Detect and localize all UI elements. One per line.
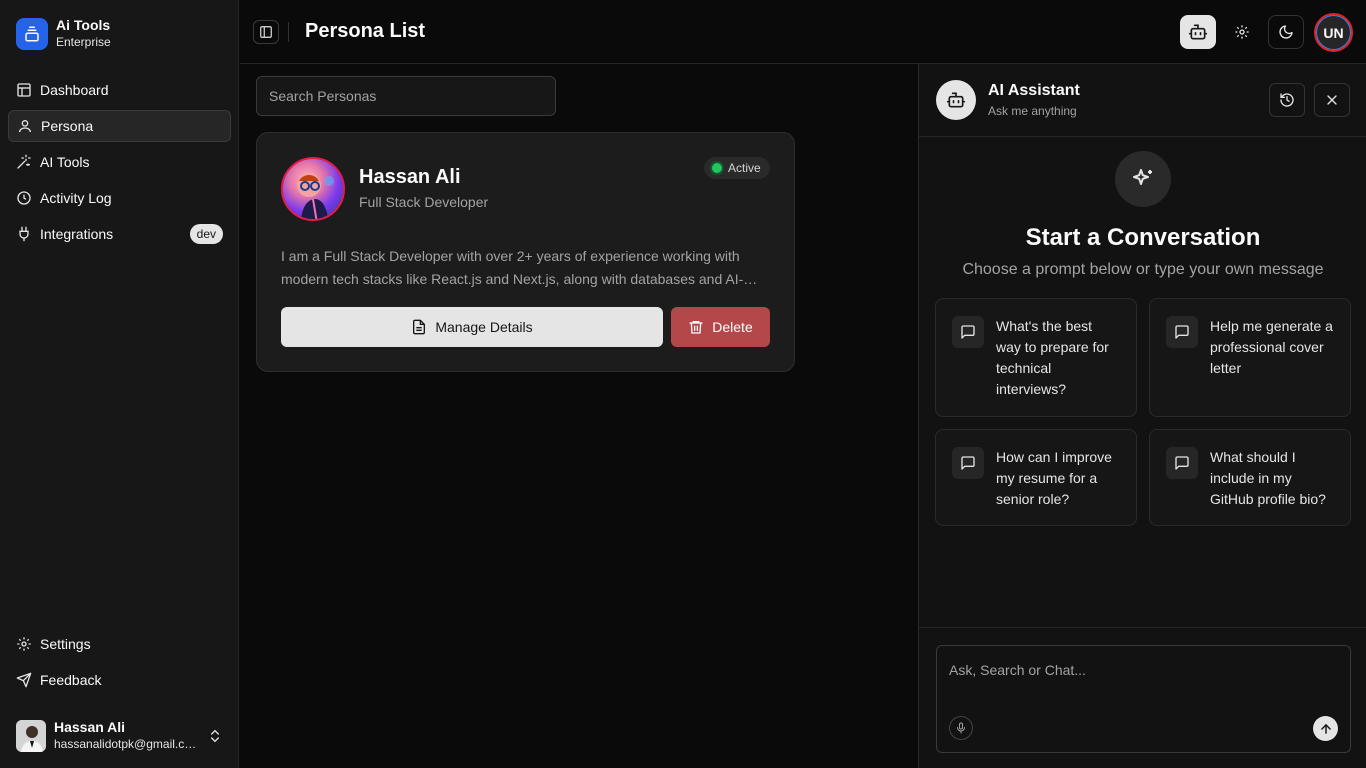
user-email: hassanalidotpk@gmail.com [54, 737, 199, 751]
chat-composer [919, 627, 1366, 768]
chat-input[interactable] [949, 658, 1339, 682]
manage-details-label: Manage Details [435, 319, 533, 335]
persona-card: Hassan Ali Full Stack Developer Active I… [256, 132, 795, 372]
wand-icon [16, 154, 32, 170]
sidebar-item-persona[interactable]: Persona [8, 110, 231, 142]
mic-button[interactable] [949, 716, 973, 740]
prompt-card[interactable]: Help me generate a professional cover le… [1149, 298, 1351, 417]
sidebar: Ai Tools Enterprise Dashboard Persona AI… [0, 0, 239, 768]
moon-icon [1279, 25, 1293, 39]
persona-avatar [281, 157, 345, 221]
delete-button[interactable]: Delete [671, 307, 770, 347]
sidebar-nav: Dashboard Persona AI Tools Activity Log … [8, 74, 231, 254]
send-button[interactable] [1313, 716, 1338, 741]
user-name: Hassan Ali [54, 719, 126, 735]
sidebar-bottom-nav: Settings Feedback [8, 628, 231, 700]
sidebar-item-label: Settings [40, 636, 91, 652]
sidebar-item-settings[interactable]: Settings [8, 628, 231, 660]
brand[interactable]: Ai Tools Enterprise [16, 17, 111, 51]
chevrons-up-down-icon [207, 728, 223, 744]
sidebar-item-activity-log[interactable]: Activity Log [8, 182, 231, 214]
assistant-header: AI Assistant Ask me anything [919, 64, 1366, 137]
history-button[interactable] [1269, 83, 1305, 117]
sidebar-item-label: Integrations [40, 226, 114, 242]
mic-icon [957, 722, 965, 734]
prompt-card[interactable]: How can I improve my resume for a senior… [935, 429, 1137, 526]
arrow-up-icon [1320, 723, 1331, 734]
message-square-icon [952, 447, 984, 479]
assistant-title: AI Assistant [988, 82, 1080, 99]
sparkles-icon [1115, 151, 1171, 207]
sidebar-item-label: AI Tools [40, 154, 90, 170]
manage-details-button[interactable]: Manage Details [281, 307, 663, 347]
send-icon [16, 672, 32, 688]
prompt-card[interactable]: What should I include in my GitHub profi… [1149, 429, 1351, 526]
theme-toggle-button[interactable] [1268, 15, 1304, 49]
user-menu[interactable]: Hassan Ali hassanalidotpk@gmail.com [16, 719, 223, 753]
sidebar-item-label: Activity Log [40, 190, 112, 206]
prompt-text: What's the best way to prepare for techn… [996, 318, 1109, 397]
header: Persona List UN [240, 0, 1366, 64]
user-icon [17, 118, 33, 134]
history-icon [1280, 93, 1294, 107]
chat-box [936, 645, 1351, 753]
settings-button[interactable] [1224, 15, 1260, 49]
sidebar-item-label: Feedback [40, 672, 102, 688]
message-square-icon [1166, 447, 1198, 479]
ai-assistant-panel: AI Assistant Ask me anything Start a Con… [918, 64, 1366, 768]
status-label: Active [728, 161, 761, 175]
app-name: Ai Tools [56, 17, 111, 33]
status-badge: Active [704, 157, 770, 179]
dev-badge: dev [189, 224, 223, 244]
avatar [16, 720, 46, 752]
user-avatar-button[interactable]: UN [1314, 13, 1353, 52]
close-icon [1327, 95, 1337, 105]
sidebar-item-label: Persona [41, 118, 94, 134]
status-dot-icon [712, 163, 722, 173]
search-input[interactable] [256, 76, 556, 116]
sidebar-toggle-button[interactable] [253, 20, 279, 44]
prompt-text: What should I include in my GitHub profi… [1210, 449, 1326, 507]
prompt-text: How can I improve my resume for a senior… [996, 449, 1112, 507]
persona-name: Hassan Ali [359, 166, 461, 188]
layout-icon [16, 82, 32, 98]
prompt-card[interactable]: What's the best way to prepare for techn… [935, 298, 1137, 417]
gear-icon [16, 636, 32, 652]
page-title: Persona List [305, 20, 426, 42]
file-text-icon [413, 319, 426, 335]
sidebar-item-feedback[interactable]: Feedback [8, 664, 231, 696]
message-square-icon [1166, 316, 1198, 348]
sidebar-item-dashboard[interactable]: Dashboard [8, 74, 231, 106]
persona-role: Full Stack Developer [359, 194, 489, 210]
trash-icon [689, 321, 703, 334]
prompt-text: Help me generate a professional cover le… [1210, 318, 1333, 376]
ai-assistant-button[interactable] [1180, 15, 1216, 49]
sidebar-item-integrations[interactable]: Integrations dev [8, 218, 231, 250]
app-plan: Enterprise [56, 35, 111, 49]
assistant-subtitle: Ask me anything [988, 104, 1077, 118]
sidebar-item-ai-tools[interactable]: AI Tools [8, 146, 231, 178]
bot-icon [936, 80, 976, 120]
gear-icon [1235, 25, 1249, 39]
bot-icon [1188, 24, 1208, 40]
header-divider [288, 22, 289, 42]
conversation-title: Start a Conversation [1025, 224, 1261, 251]
persona-description: I am a Full Stack Developer with over 2+… [281, 248, 744, 287]
close-button[interactable] [1314, 83, 1350, 117]
plug-icon [16, 226, 32, 242]
conversation-subtitle: Choose a prompt below or type your own m… [962, 261, 1324, 278]
message-square-icon [952, 316, 984, 348]
app-logo-icon [16, 18, 48, 50]
sidebar-item-label: Dashboard [40, 82, 109, 98]
delete-label: Delete [712, 319, 753, 335]
clock-icon [16, 190, 32, 206]
panel-left-icon [260, 26, 272, 38]
